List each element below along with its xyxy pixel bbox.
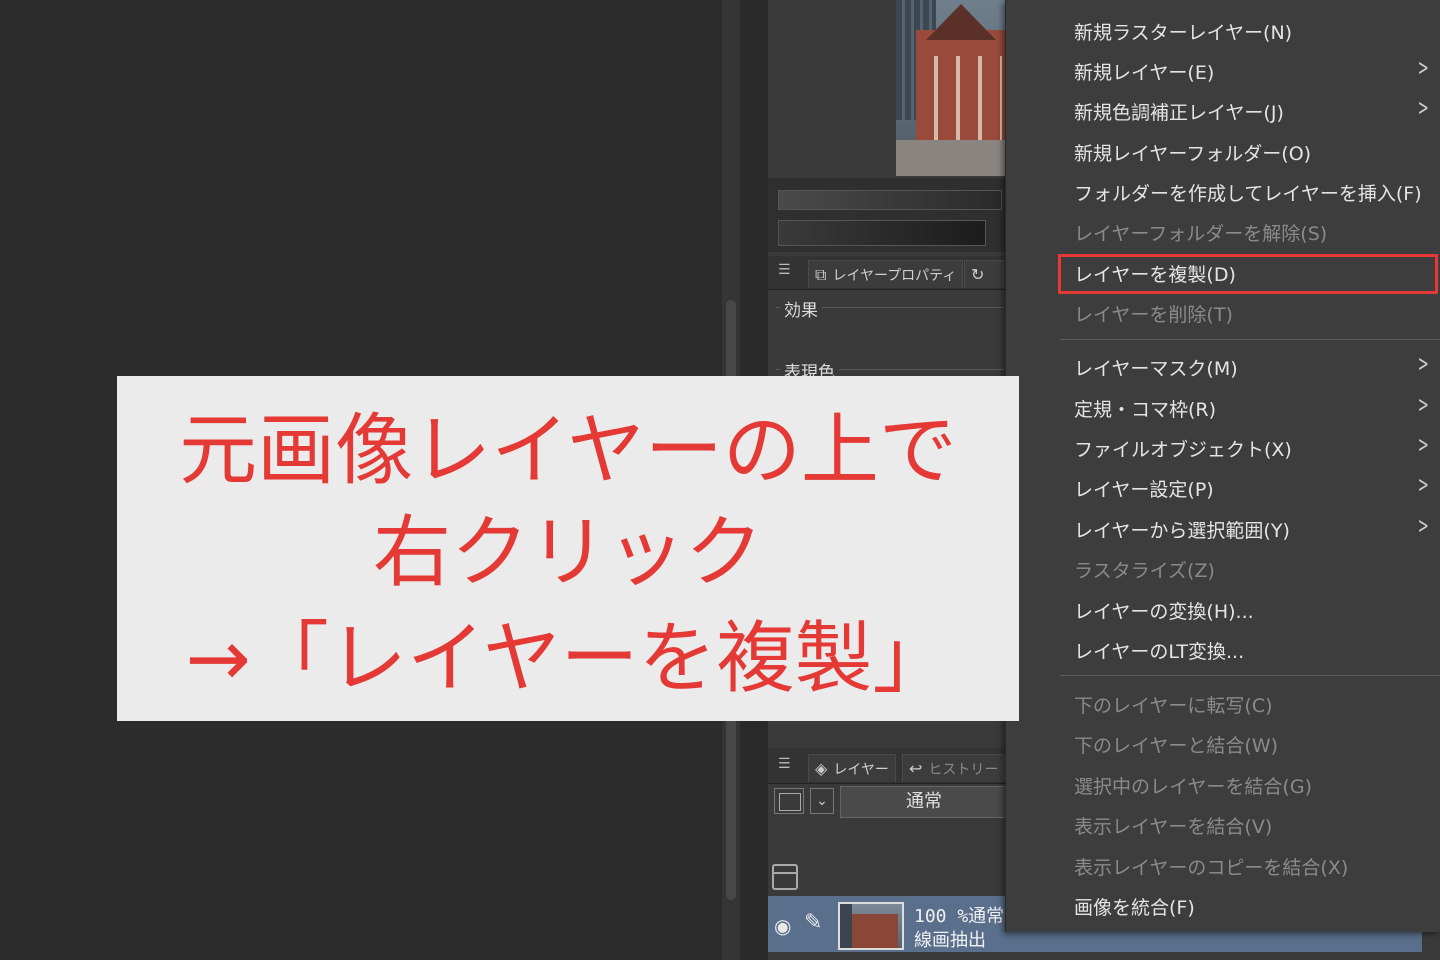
menu-item-new-layer[interactable]: 新規レイヤー(E) bbox=[1074, 58, 1214, 85]
menu-item-duplicate-layer[interactable]: レイヤーを複製(D) bbox=[1074, 260, 1236, 287]
menu-icon[interactable]: ☰ bbox=[778, 262, 791, 278]
layer-property-icon: ⧉ bbox=[815, 264, 827, 284]
tab-label: レイヤー bbox=[833, 761, 889, 778]
rotate-icon: ↻ bbox=[971, 265, 985, 284]
menu-item-layer-settings[interactable]: レイヤー設定(P) bbox=[1074, 475, 1214, 502]
menu-separator bbox=[1060, 339, 1440, 340]
menu-item-convert-layer[interactable]: レイヤーの変換(H)... bbox=[1074, 597, 1254, 624]
pen-icon[interactable]: ✎ bbox=[804, 910, 822, 935]
navigator-windows bbox=[924, 56, 1002, 142]
layer-tabbar: ☰ ◈ レイヤー ↩ ヒストリー bbox=[768, 748, 1008, 784]
menu-item-flatten-image[interactable]: 画像を統合(F) bbox=[1074, 893, 1195, 920]
eye-icon[interactable]: ◉ bbox=[774, 914, 791, 938]
tab-label: レイヤープロパティ bbox=[832, 267, 957, 284]
chevron-right-icon: > bbox=[1417, 514, 1429, 539]
annotation-line-3: →「レイヤーを複製」 bbox=[185, 614, 951, 704]
menu-item-merge-selected: 選択中のレイヤーを結合(G) bbox=[1074, 776, 1312, 798]
layers-icon: ◈ bbox=[815, 759, 828, 778]
chevron-right-icon: > bbox=[1417, 56, 1429, 81]
layer-thumbnail bbox=[838, 902, 904, 950]
menu-item-new-layer-folder[interactable]: 新規レイヤーフォルダー(O) bbox=[1074, 139, 1311, 166]
chevron-right-icon: > bbox=[1417, 433, 1429, 458]
layer-name: 線画抽出 bbox=[914, 930, 986, 951]
annotation-line-2: 右クリック bbox=[372, 508, 763, 598]
navigator-thumbnail[interactable] bbox=[896, 0, 1008, 176]
tab-layer[interactable]: ◈ レイヤー bbox=[808, 754, 896, 782]
layer-color-toggle[interactable] bbox=[774, 788, 804, 814]
chevron-right-icon: > bbox=[1417, 393, 1429, 418]
menu-item-create-folder-insert[interactable]: フォルダーを作成してレイヤーを挿入(F) bbox=[1074, 179, 1422, 206]
tab-history[interactable]: ↩ ヒストリー bbox=[902, 754, 1006, 782]
gradient-slider[interactable] bbox=[778, 220, 986, 246]
annotation-line-1: 元画像レイヤーの上で bbox=[179, 406, 957, 496]
menu-item-lt-conversion[interactable]: レイヤーのLT変換... bbox=[1074, 637, 1244, 664]
tab-layer-property[interactable]: ⧉ レイヤープロパティ bbox=[808, 260, 964, 288]
menu-item-ruler-frame[interactable]: 定規・コマ枠(R) bbox=[1074, 395, 1216, 422]
menu-item-delete-layer: レイヤーを削除(T) bbox=[1074, 304, 1233, 326]
menu-separator bbox=[1060, 675, 1440, 676]
history-icon: ↩ bbox=[909, 759, 923, 778]
color-slider[interactable] bbox=[778, 190, 1002, 210]
layer-opacity: 100 %通常 bbox=[914, 906, 1005, 927]
property-tabbar: ☰ ⧉ レイヤープロパティ ↻ bbox=[768, 256, 1008, 290]
menu-item-transfer-down: 下のレイヤーに転写(C) bbox=[1074, 695, 1273, 717]
tab-label: ヒストリー bbox=[928, 761, 999, 778]
chevron-right-icon: > bbox=[1417, 96, 1429, 121]
blend-mode-select[interactable]: 通常 bbox=[840, 786, 1008, 818]
menu-item-new-raster-layer[interactable]: 新規ラスターレイヤー(N) bbox=[1074, 18, 1292, 45]
tab-secondary[interactable]: ↻ bbox=[964, 260, 1004, 288]
chevron-right-icon: > bbox=[1417, 352, 1429, 377]
effect-label: 効果 bbox=[780, 296, 822, 321]
chevron-right-icon: > bbox=[1417, 473, 1429, 498]
layer-settings-icon[interactable] bbox=[772, 864, 798, 890]
menu-item-merge-visible: 表示レイヤーを結合(V) bbox=[1074, 816, 1273, 838]
menu-item-rasterize: ラスタライズ(Z) bbox=[1074, 560, 1215, 582]
chevron-down-icon[interactable]: ⌄ bbox=[810, 788, 834, 814]
navigator-ground bbox=[896, 140, 1008, 176]
menu-item-selection-from-layer[interactable]: レイヤーから選択範囲(Y) bbox=[1074, 516, 1290, 543]
menu-item-ungroup-folder: レイヤーフォルダーを解除(S) bbox=[1074, 223, 1328, 245]
menu-item-merge-down: 下のレイヤーと結合(W) bbox=[1074, 735, 1279, 757]
menu-item-new-correction-layer[interactable]: 新規色調補正レイヤー(J) bbox=[1074, 98, 1284, 125]
menu-item-merge-visible-copy: 表示レイヤーのコピーを結合(X) bbox=[1074, 857, 1349, 879]
menu-icon[interactable]: ☰ bbox=[778, 756, 791, 772]
menu-item-layer-mask[interactable]: レイヤーマスク(M) bbox=[1074, 354, 1238, 381]
menu-item-file-object[interactable]: ファイルオブジェクト(X) bbox=[1074, 435, 1292, 462]
